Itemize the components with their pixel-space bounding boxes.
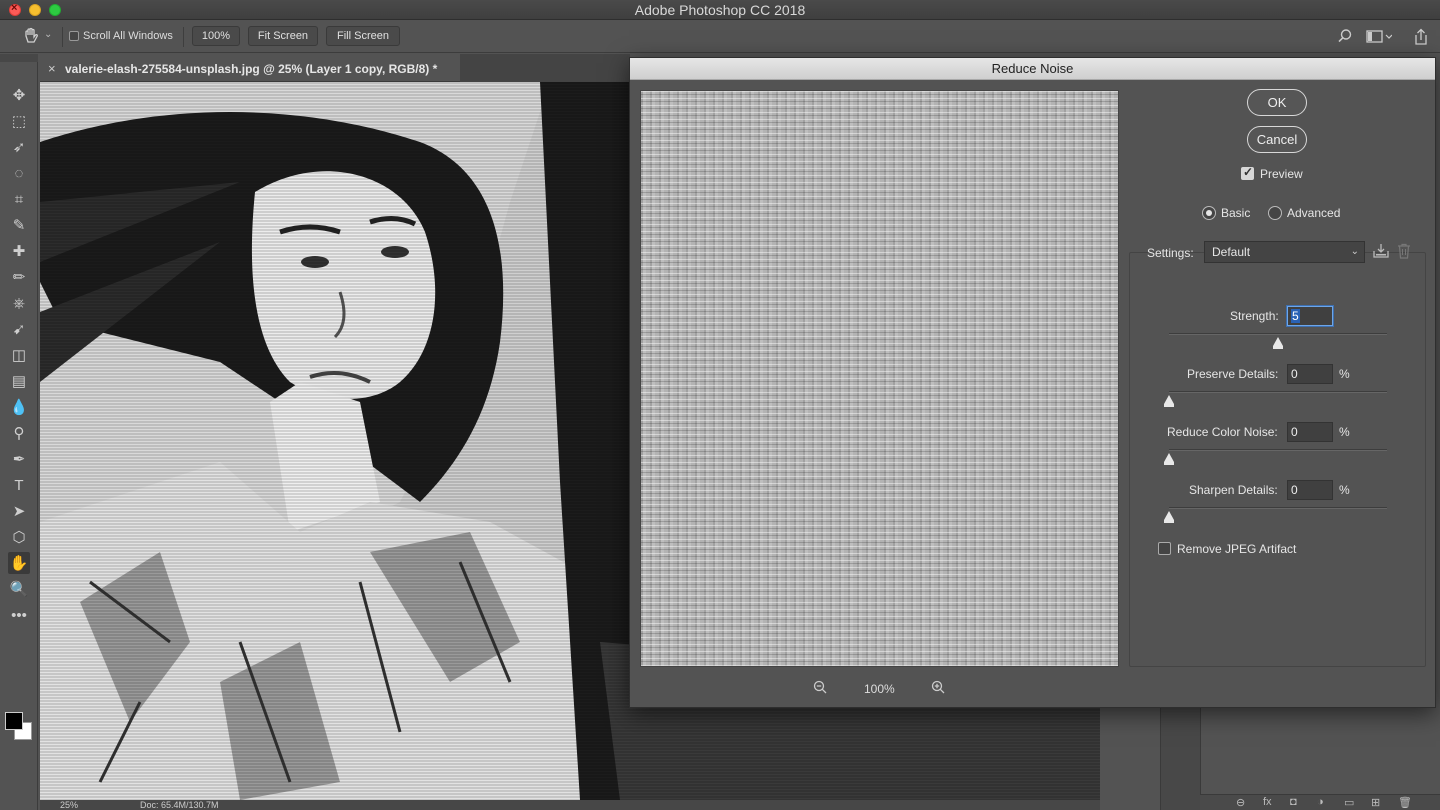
save-settings-icon[interactable] <box>1372 243 1390 262</box>
layers-footer-icon[interactable]: ▭ <box>1344 796 1354 809</box>
settings-label: Settings: <box>1147 246 1194 260</box>
divider <box>183 27 184 47</box>
healing-tool-icon[interactable]: ✚ <box>8 240 30 262</box>
advanced-radio[interactable] <box>1268 206 1282 220</box>
settings-value: Default <box>1212 245 1251 259</box>
sharpen-details-slider-track[interactable] <box>1169 507 1387 509</box>
quick-select-tool-icon[interactable]: ◌ <box>8 162 30 184</box>
chevron-down-icon[interactable]: ⌄ <box>44 29 52 40</box>
layers-footer-icon[interactable]: ◑ <box>1317 796 1324 808</box>
preserve-details-label: Preserve Details: <box>1187 367 1279 381</box>
tools-panel: ✥ ⬚ ➶ ◌ ⌗ ✎ ✚ ✏ ⎈ ➹ ◫ ▤ 💧 ⚲ ✒ T ➤ ⬡ ✋ 🔍 ••• <box>0 62 38 810</box>
settings-select[interactable]: Default ⌄ <box>1204 241 1365 263</box>
hand-tool-preset-icon[interactable] <box>22 27 40 45</box>
layers-footer-icon[interactable]: ⊞ <box>1371 796 1380 809</box>
foreground-color-swatch[interactable] <box>5 712 23 730</box>
brush-tool-icon[interactable]: ✏ <box>8 266 30 288</box>
close-icon[interactable]: × <box>48 61 56 76</box>
preserve-details-input[interactable]: 0 <box>1287 364 1333 384</box>
status-bar: 25% Doc: 65.4M/130.7M <box>40 800 1100 810</box>
tab-strip <box>460 54 630 82</box>
remove-jpeg-artifact-label: Remove JPEG Artifact <box>1177 542 1297 556</box>
remove-jpeg-artifact-checkbox[interactable] <box>1158 542 1171 555</box>
zoom-in-icon[interactable] <box>931 680 945 697</box>
document-tab-title: valerie-elash-275584-unsplash.jpg @ 25% … <box>65 62 438 76</box>
share-icon[interactable] <box>1413 28 1429 49</box>
crop-tool-icon[interactable]: ⌗ <box>8 188 30 210</box>
layers-footer-icon[interactable]: ⊖ <box>1236 796 1245 809</box>
zoom-tool-icon[interactable]: 🔍 <box>8 578 30 600</box>
divider <box>62 27 63 47</box>
layers-footer-icon[interactable]: 🗑 <box>1398 796 1412 809</box>
layers-footer-icon[interactable]: ◘ <box>1290 796 1297 808</box>
clone-stamp-tool-icon[interactable]: ⎈ <box>8 292 30 314</box>
percent-label: % <box>1339 367 1350 381</box>
document-tab[interactable]: × valerie-elash-275584-unsplash.jpg @ 25… <box>40 54 460 82</box>
dodge-tool-icon[interactable]: ⚲ <box>8 422 30 444</box>
reduce-color-noise-slider-track[interactable] <box>1169 449 1387 451</box>
sharpen-details-label: Sharpen Details: <box>1189 483 1278 497</box>
options-bar: ⌄ Scroll All Windows 100% Fit Screen Fil… <box>0 20 1440 53</box>
gradient-tool-icon[interactable]: ▤ <box>8 370 30 392</box>
strength-label: Strength: <box>1230 309 1279 323</box>
basic-radio[interactable] <box>1202 206 1216 220</box>
photoshop-window: Adobe Photoshop CC 2018 ⌄ Scroll All Win… <box>0 0 1440 810</box>
shape-tool-icon[interactable]: ⬡ <box>8 526 30 548</box>
blur-tool-icon[interactable]: 💧 <box>8 396 30 418</box>
mores-tool-icon[interactable]: ••• <box>8 604 30 626</box>
scroll-all-windows-checkbox[interactable] <box>69 31 79 41</box>
reduce-color-noise-label: Reduce Color Noise: <box>1167 425 1278 439</box>
layers-panel-footer: ⊖ fx ◘ ◑ ▭ ⊞ 🗑 <box>1200 794 1440 810</box>
zoom-readout[interactable]: 25% <box>60 800 78 810</box>
type-tool-icon[interactable]: T <box>8 474 30 496</box>
eyedropper-tool-icon[interactable]: ✎ <box>8 214 30 236</box>
workspace-icon[interactable] <box>1366 28 1393 47</box>
panel-icon-strip <box>1160 700 1200 810</box>
reduce-noise-dialog: Reduce Noise 100% OK Cancel Preview Basi… <box>629 57 1436 708</box>
fill-screen-button[interactable]: Fill Screen <box>326 26 400 46</box>
dialog-title: Reduce Noise <box>630 58 1435 80</box>
title-bar: Adobe Photoshop CC 2018 <box>0 0 1440 20</box>
percent-label: % <box>1339 483 1350 497</box>
preview-checkbox[interactable] <box>1241 165 1254 180</box>
cancel-button[interactable]: Cancel <box>1247 126 1307 153</box>
sharpen-details-input[interactable]: 0 <box>1287 480 1333 500</box>
strength-value: 5 <box>1291 309 1300 323</box>
preview-label: Preview <box>1260 167 1303 181</box>
strength-input[interactable]: 5 <box>1287 306 1333 326</box>
search-icon[interactable] <box>1337 28 1353 47</box>
fit-screen-button[interactable]: Fit Screen <box>248 26 318 46</box>
preview-zoom-value: 100% <box>864 682 895 696</box>
panel-dock-gap <box>1100 700 1160 810</box>
zoom-100-button[interactable]: 100% <box>192 26 240 46</box>
zoom-out-icon[interactable] <box>813 680 827 697</box>
reduce-color-noise-slider-thumb[interactable] <box>1164 453 1174 465</box>
tools-panel-header[interactable] <box>0 54 38 62</box>
hand-tool-icon[interactable]: ✋ <box>8 552 30 574</box>
layers-footer-icon[interactable]: fx <box>1263 796 1272 808</box>
strength-slider-track[interactable] <box>1169 333 1387 335</box>
filter-preview[interactable] <box>640 90 1119 667</box>
ok-button[interactable]: OK <box>1247 89 1307 116</box>
doc-size-readout[interactable]: Doc: 65.4M/130.7M <box>140 800 219 810</box>
preserve-details-slider-thumb[interactable] <box>1164 395 1174 407</box>
marquee-tool-icon[interactable]: ⬚ <box>8 110 30 132</box>
lasso-tool-icon[interactable]: ➶ <box>8 136 30 158</box>
reduce-color-noise-input[interactable]: 0 <box>1287 422 1333 442</box>
preserve-details-slider-track[interactable] <box>1169 391 1387 393</box>
basic-label: Basic <box>1221 206 1251 220</box>
history-brush-tool-icon[interactable]: ➹ <box>8 318 30 340</box>
pen-tool-icon[interactable]: ✒ <box>8 448 30 470</box>
strength-slider-thumb[interactable] <box>1273 337 1283 349</box>
percent-label: % <box>1339 425 1350 439</box>
scroll-all-windows-label: Scroll All Windows <box>83 30 173 42</box>
advanced-label: Advanced <box>1287 206 1341 220</box>
path-select-tool-icon[interactable]: ➤ <box>8 500 30 522</box>
move-tool-icon[interactable]: ✥ <box>8 84 30 106</box>
chevron-down-icon: ⌄ <box>1350 246 1359 257</box>
app-title: Adobe Photoshop CC 2018 <box>634 2 806 18</box>
trash-icon[interactable] <box>1397 243 1411 262</box>
eraser-tool-icon[interactable]: ◫ <box>8 344 30 366</box>
sharpen-details-slider-thumb[interactable] <box>1164 511 1174 523</box>
